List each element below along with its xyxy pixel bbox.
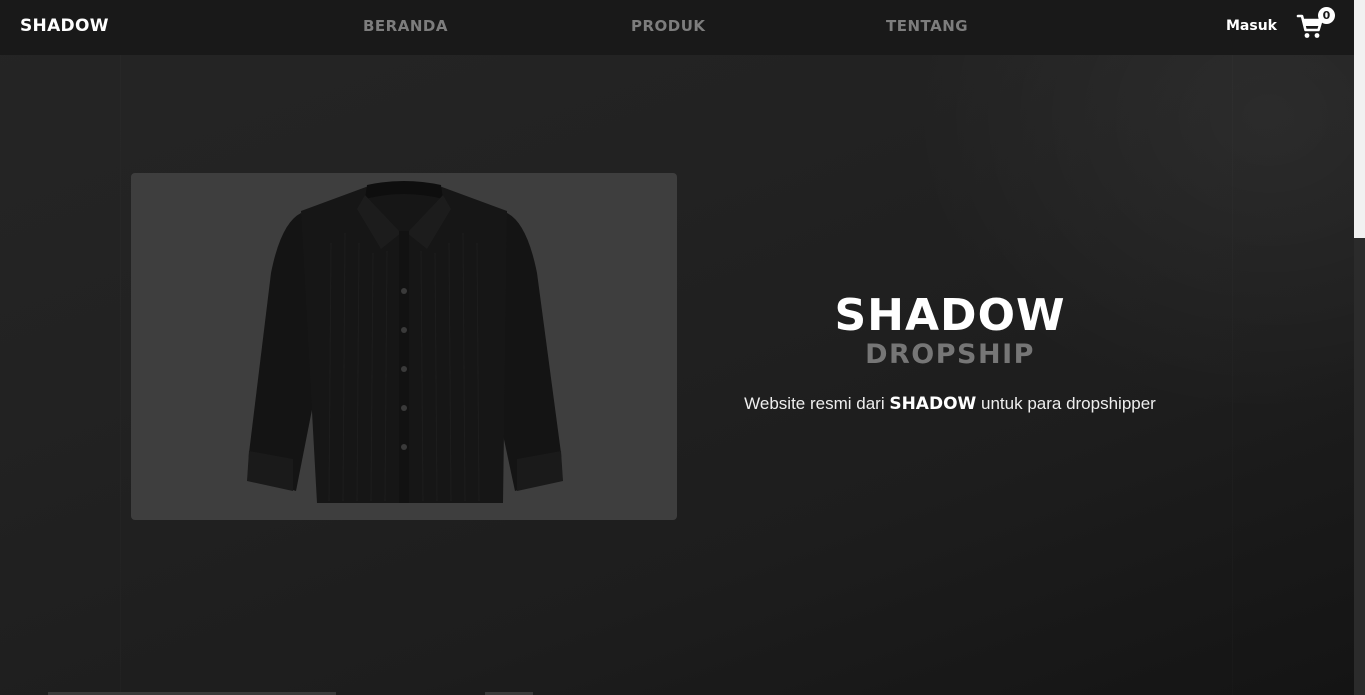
background-stripe [1232,55,1233,695]
hero-description-suffix: untuk para dropshipper [976,394,1156,413]
scrollbar-thumb[interactable] [1354,0,1365,238]
brand-logo[interactable]: SHADOW [20,16,109,36]
hero-description-prefix: Website resmi dari [744,394,890,413]
login-button[interactable]: Masuk [1226,18,1277,34]
shirt-image [247,181,563,503]
cart-button[interactable]: 0 [1296,7,1335,40]
hero-title: SHADOW [834,290,1066,341]
scrollbar[interactable] [1354,0,1365,695]
nav-link-beranda[interactable]: BERANDA [363,17,448,35]
hero-text: SHADOW DROPSHIP Website resmi dari SHADO… [700,290,1200,414]
hero-subtitle: DROPSHIP [865,339,1035,370]
hero-description-brand: SHADOW [889,394,977,414]
nav-link-tentang[interactable]: TENTANG [886,17,968,35]
page: SHADOW BERANDA PRODUK TENTANG Masuk 0 SH… [0,0,1365,695]
hero-description: Website resmi dari SHADOW untuk para dro… [700,394,1200,414]
cart-count-badge: 0 [1318,7,1335,24]
nav-link-produk[interactable]: PRODUK [631,17,706,35]
hero-product-image [131,173,677,520]
navbar: SHADOW BERANDA PRODUK TENTANG Masuk 0 [0,0,1354,55]
background-stripe [120,55,121,695]
